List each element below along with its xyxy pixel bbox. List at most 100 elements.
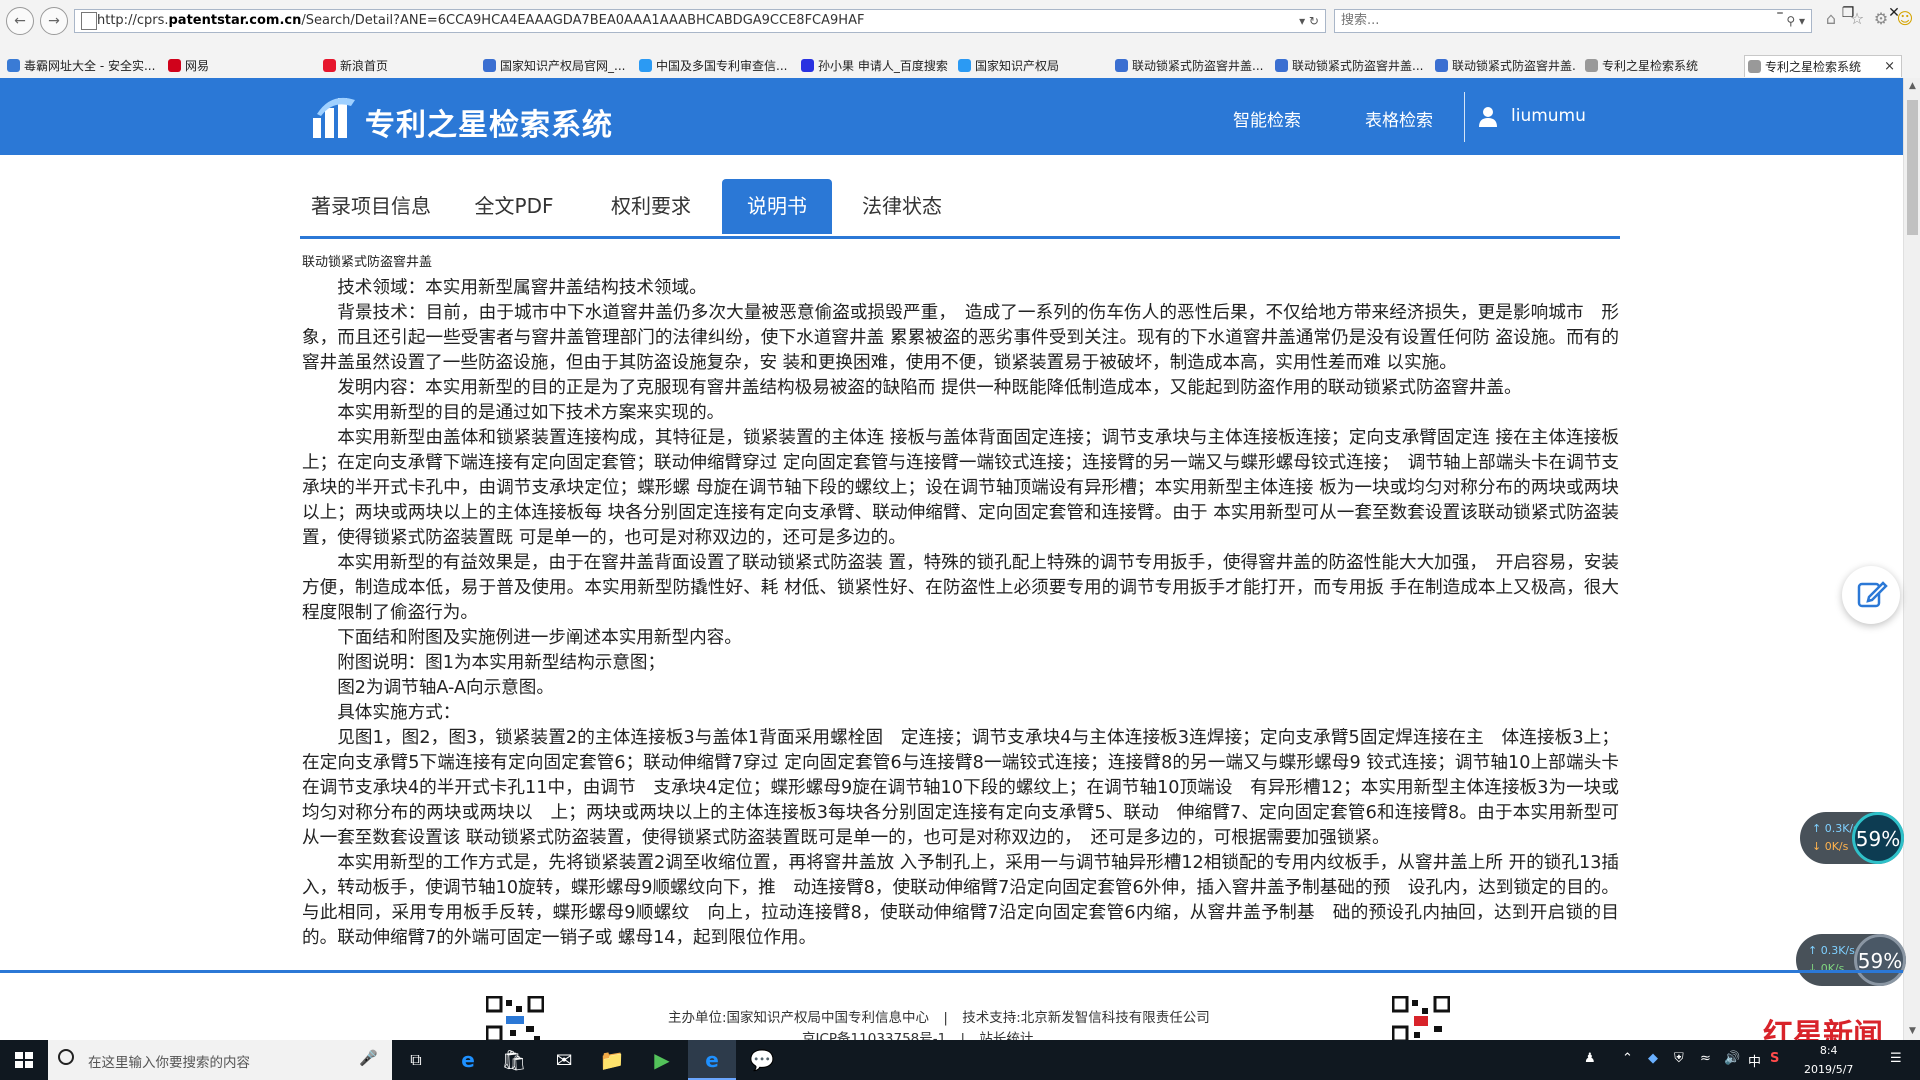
- browser-tab-label: 孙小果 申请人_百度搜索: [818, 59, 948, 73]
- qr-code-left: [486, 996, 544, 1042]
- microphone-icon[interactable]: 🎤: [359, 1049, 378, 1067]
- paragraph: 本实用新型的工作方式是，先将锁紧装置2调至收缩位置，再将窨井盖放 入予制孔上，采…: [302, 853, 1619, 948]
- upload-speed: ↑ 0.3K/s: [1808, 944, 1855, 957]
- tab-favicon-icon: [639, 59, 652, 72]
- browser-tab-strip: 毒霸网址大全 - 安全实... 网易 新浪首页 国家知识产权局官网_... 中国及多国专…: [0, 55, 1920, 78]
- browser-tab[interactable]: 联动锁紧式防盗窨井盖...: [1432, 55, 1576, 77]
- ime-indicator[interactable]: 中: [1748, 1051, 1761, 1070]
- network-speed-widget-2[interactable]: ↑ 0.3K/s ↓ 0K/s 59%: [1796, 934, 1906, 986]
- footer-divider: [0, 970, 1903, 973]
- task-view-icon[interactable]: ⧉: [392, 1040, 440, 1080]
- tab-favicon-icon: [1435, 59, 1448, 72]
- scroll-up-arrow-icon[interactable]: ▲: [1904, 78, 1920, 95]
- file-explorer-icon[interactable]: 📁: [588, 1040, 636, 1080]
- tray-expand-icon[interactable]: ⌃: [1622, 1051, 1633, 1066]
- scroll-down-arrow-icon[interactable]: ▼: [1904, 1023, 1920, 1040]
- forward-button[interactable]: →: [40, 7, 68, 35]
- memory-usage-ring: 59%: [1854, 934, 1906, 986]
- security-shield-icon[interactable]: ⛨: [1674, 1051, 1684, 1066]
- paragraph: 背景技术：目前，由于城市中下水道窨井盖仍多次大量被恶意偷盗或损毁严重， 造成了一…: [302, 303, 1619, 373]
- browser-tab[interactable]: 国家知识产权局: [955, 55, 1107, 77]
- tab-favicon-icon: [958, 59, 971, 72]
- clock-date: 2019/5/7: [1804, 1063, 1854, 1076]
- tab-favicon-icon: [1115, 59, 1128, 72]
- windows-start-icon[interactable]: [0, 1040, 48, 1080]
- taskbar-search-placeholder: 在这里输入你要搜索的内容: [88, 1055, 250, 1071]
- paragraph: 具体实施方式：: [337, 703, 461, 723]
- minimize-button[interactable]: –: [1760, 0, 1800, 26]
- paragraph: 本实用新型的有益效果是，由于在窨井盖背面设置了联动锁紧式防盗装 置，特殊的锁孔配…: [302, 553, 1619, 623]
- edit-note-button[interactable]: [1842, 566, 1900, 624]
- browser-tab[interactable]: 中国及多国专利审查信...: [636, 55, 792, 77]
- browser-tab-label: 中国及多国专利审查信...: [656, 59, 788, 73]
- page-scrollbar[interactable]: ▲ ▼: [1903, 78, 1920, 1040]
- patentstar-logo-icon: [313, 97, 355, 138]
- browser-tab[interactable]: 国家知识产权局官网_...: [480, 55, 630, 77]
- browser-tab-label: 联动锁紧式防盗窨井盖...: [1452, 59, 1576, 73]
- tab-legal-status[interactable]: 法律状态: [840, 179, 964, 234]
- close-tab-icon[interactable]: ×: [1884, 56, 1895, 77]
- username[interactable]: liumumu: [1511, 106, 1586, 126]
- action-center-icon[interactable]: ☰: [1890, 1051, 1902, 1066]
- browser-tab-label: 网易: [185, 59, 210, 73]
- back-button[interactable]: ←: [6, 7, 34, 35]
- paragraph: 下面结和附图及实施例进一步阐述本实用新型内容。: [337, 628, 742, 648]
- edge-browser-icon[interactable]: e: [444, 1040, 492, 1080]
- tab-favicon-icon: [483, 59, 496, 72]
- cortana-circle-icon: [58, 1049, 74, 1065]
- tab-fulltext-pdf[interactable]: 全文PDF: [450, 179, 578, 234]
- browser-tab[interactable]: 联动锁紧式防盗窨井盖...: [1272, 55, 1426, 77]
- tab-favicon-icon: [168, 59, 181, 72]
- nav-table-search[interactable]: 表格检索: [1365, 106, 1433, 131]
- close-window-button[interactable]: ✕: [1874, 0, 1914, 26]
- browser-tab-label: 新浪首页: [340, 59, 389, 73]
- browser-tab[interactable]: 孙小果 申请人_百度搜索: [798, 55, 950, 77]
- tab-bibliographic[interactable]: 著录项目信息: [300, 179, 442, 234]
- taskbar-search-box[interactable]: 在这里输入你要搜索的内容 🎤: [48, 1040, 392, 1080]
- system-clock[interactable]: 8:4 2019/5/7: [1804, 1043, 1853, 1078]
- store-icon[interactable]: 🛍: [490, 1040, 538, 1080]
- header-divider: [1464, 92, 1465, 142]
- browser-tab[interactable]: 毒霸网址大全 - 安全实...: [4, 55, 159, 77]
- clock-time: 8:4: [1819, 1044, 1838, 1057]
- browser-tab[interactable]: 网易: [165, 55, 313, 77]
- browser-tab[interactable]: 新浪首页: [320, 55, 472, 77]
- restore-button[interactable]: ❐: [1828, 0, 1868, 26]
- sogou-ime-icon[interactable]: S: [1770, 1051, 1779, 1066]
- tab-claims[interactable]: 权利要求: [586, 179, 716, 234]
- site-header: 专利之星检索系统 智能检索 表格检索 liumumu: [0, 78, 1903, 155]
- paragraph: 发明内容：本实用新型的目的正是为了克服现有窨井盖结构极易被盗的缺陷而 提供一种既…: [337, 378, 1522, 398]
- paragraph: 见图1，图2，图3，锁紧装置2的主体连接板3与盖体1背面采用螺栓固 定连接；调节…: [302, 728, 1619, 848]
- volume-icon[interactable]: 🔊: [1724, 1051, 1740, 1066]
- paragraph: 本实用新型的目的是通过如下技术方案来实现的。: [337, 403, 725, 423]
- browser-tab[interactable]: 专利之星检索系统: [1582, 55, 1738, 77]
- browser-tab-label: 国家知识产权局官网_...: [500, 59, 626, 73]
- paragraph: 图2为调节轴A-A向示意图。: [337, 678, 554, 698]
- scroll-thumb[interactable]: [1907, 100, 1918, 235]
- user-icon[interactable]: [1478, 106, 1498, 128]
- browser-chrome: ← → http://cprs.patentstar.com.cn/Search…: [0, 0, 1920, 79]
- wifi-icon[interactable]: ≈: [1700, 1051, 1711, 1066]
- network-speed-widget[interactable]: ↑ 0.3K/s ↓ 0K/s 59%: [1800, 812, 1904, 864]
- browser-tab[interactable]: 联动锁紧式防盗窨井盖...: [1112, 55, 1266, 77]
- browser-search-input[interactable]: [1335, 10, 1747, 31]
- memory-usage-ring: 59%: [1852, 812, 1904, 864]
- browser-search-box[interactable]: ⚲ ▾: [1334, 9, 1812, 33]
- tab-favicon-icon: [323, 59, 336, 72]
- browser-tab-label: 国家知识产权局: [975, 59, 1060, 73]
- media-player-icon[interactable]: ▶: [638, 1040, 686, 1080]
- address-bar[interactable]: http://cprs.patentstar.com.cn/Search/Det…: [74, 9, 1326, 33]
- tab-favicon-icon: [7, 59, 20, 72]
- browser-tab[interactable]: 专利之星检索系统 ×: [1744, 55, 1902, 77]
- nav-smart-search[interactable]: 智能检索: [1233, 106, 1301, 131]
- people-icon[interactable]: ♟: [1584, 1051, 1596, 1066]
- document-title: 联动锁紧式防盗窨井盖: [302, 255, 433, 270]
- ie-browser-icon[interactable]: e: [688, 1040, 736, 1080]
- mail-icon[interactable]: ✉: [540, 1040, 588, 1080]
- tab-description[interactable]: 说明书: [722, 179, 832, 234]
- description-text: 联动锁紧式防盗窨井盖 技术领域：本实用新型属窨井盖结构技术领域。 背景技术：目前…: [302, 253, 1619, 951]
- address-controls[interactable]: ▾ ↻: [1299, 10, 1319, 32]
- windows-taskbar: 在这里输入你要搜索的内容 🎤 ⧉ e 🛍 ✉ 📁 ▶ e 💬 ♟ ⌃ ◆ ⛨ ≈…: [0, 1040, 1920, 1080]
- network-shield-icon[interactable]: ◆: [1648, 1051, 1658, 1066]
- wechat-icon[interactable]: 💬: [738, 1040, 786, 1080]
